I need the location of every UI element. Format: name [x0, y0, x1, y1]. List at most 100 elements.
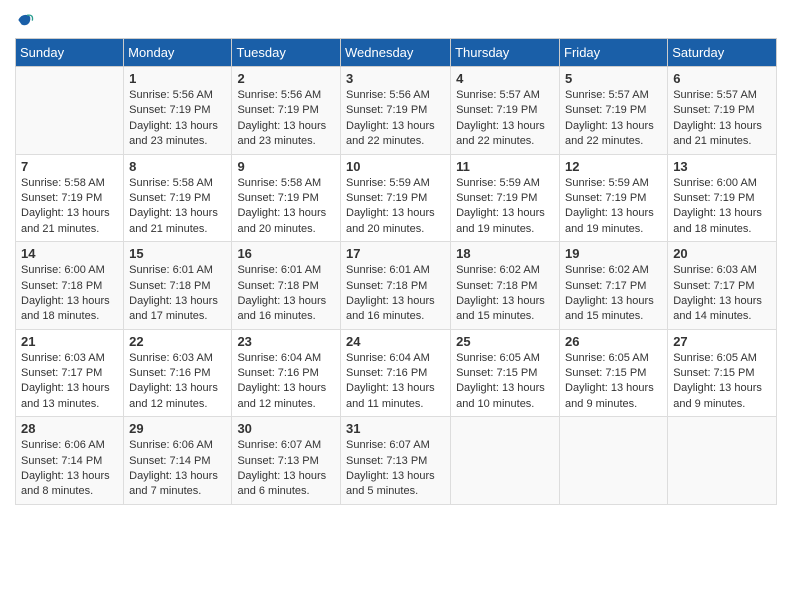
weekday-header: Saturday	[668, 39, 777, 67]
day-number: 30	[237, 421, 335, 436]
calendar-day: 31 Sunrise: 6:07 AM Sunset: 7:13 PM Dayl…	[341, 417, 451, 505]
day-number: 21	[21, 334, 118, 349]
calendar-day	[451, 417, 560, 505]
day-number: 7	[21, 159, 118, 174]
calendar-day: 16 Sunrise: 6:01 AM Sunset: 7:18 PM Dayl…	[232, 242, 341, 330]
day-number: 13	[673, 159, 771, 174]
day-number: 26	[565, 334, 662, 349]
calendar-day: 5 Sunrise: 5:57 AM Sunset: 7:19 PM Dayli…	[560, 67, 668, 155]
calendar-week: 14 Sunrise: 6:00 AM Sunset: 7:18 PM Dayl…	[16, 242, 777, 330]
day-info: Sunrise: 5:58 AM Sunset: 7:19 PM Dayligh…	[129, 176, 226, 238]
calendar-day	[668, 417, 777, 505]
day-number: 14	[21, 246, 118, 261]
day-number: 6	[673, 71, 771, 86]
day-info: Sunrise: 5:57 AM Sunset: 7:19 PM Dayligh…	[565, 88, 662, 150]
day-number: 28	[21, 421, 118, 436]
day-info: Sunrise: 6:05 AM Sunset: 7:15 PM Dayligh…	[565, 351, 662, 413]
calendar-day: 3 Sunrise: 5:56 AM Sunset: 7:19 PM Dayli…	[341, 67, 451, 155]
weekday-header: Thursday	[451, 39, 560, 67]
calendar-day	[560, 417, 668, 505]
calendar-day: 21 Sunrise: 6:03 AM Sunset: 7:17 PM Dayl…	[16, 329, 124, 417]
day-info: Sunrise: 6:01 AM Sunset: 7:18 PM Dayligh…	[237, 263, 335, 325]
calendar-week: 7 Sunrise: 5:58 AM Sunset: 7:19 PM Dayli…	[16, 154, 777, 242]
day-info: Sunrise: 6:06 AM Sunset: 7:14 PM Dayligh…	[129, 438, 226, 500]
calendar-day: 23 Sunrise: 6:04 AM Sunset: 7:16 PM Dayl…	[232, 329, 341, 417]
day-number: 12	[565, 159, 662, 174]
calendar-day: 4 Sunrise: 5:57 AM Sunset: 7:19 PM Dayli…	[451, 67, 560, 155]
page-header	[15, 10, 777, 30]
day-number: 11	[456, 159, 554, 174]
calendar-week: 1 Sunrise: 5:56 AM Sunset: 7:19 PM Dayli…	[16, 67, 777, 155]
calendar-day: 26 Sunrise: 6:05 AM Sunset: 7:15 PM Dayl…	[560, 329, 668, 417]
day-number: 18	[456, 246, 554, 261]
day-number: 31	[346, 421, 445, 436]
calendar-body: 1 Sunrise: 5:56 AM Sunset: 7:19 PM Dayli…	[16, 67, 777, 505]
day-number: 3	[346, 71, 445, 86]
calendar-day: 13 Sunrise: 6:00 AM Sunset: 7:19 PM Dayl…	[668, 154, 777, 242]
day-number: 15	[129, 246, 226, 261]
calendar-day: 14 Sunrise: 6:00 AM Sunset: 7:18 PM Dayl…	[16, 242, 124, 330]
calendar-day: 19 Sunrise: 6:02 AM Sunset: 7:17 PM Dayl…	[560, 242, 668, 330]
day-info: Sunrise: 6:07 AM Sunset: 7:13 PM Dayligh…	[237, 438, 335, 500]
calendar-day: 24 Sunrise: 6:04 AM Sunset: 7:16 PM Dayl…	[341, 329, 451, 417]
calendar-day: 17 Sunrise: 6:01 AM Sunset: 7:18 PM Dayl…	[341, 242, 451, 330]
day-info: Sunrise: 6:06 AM Sunset: 7:14 PM Dayligh…	[21, 438, 118, 500]
day-number: 17	[346, 246, 445, 261]
day-info: Sunrise: 5:56 AM Sunset: 7:19 PM Dayligh…	[346, 88, 445, 150]
calendar-day: 12 Sunrise: 5:59 AM Sunset: 7:19 PM Dayl…	[560, 154, 668, 242]
weekday-header: Monday	[124, 39, 232, 67]
calendar-day: 18 Sunrise: 6:02 AM Sunset: 7:18 PM Dayl…	[451, 242, 560, 330]
day-number: 10	[346, 159, 445, 174]
calendar-header: SundayMondayTuesdayWednesdayThursdayFrid…	[16, 39, 777, 67]
calendar-day: 25 Sunrise: 6:05 AM Sunset: 7:15 PM Dayl…	[451, 329, 560, 417]
calendar-week: 28 Sunrise: 6:06 AM Sunset: 7:14 PM Dayl…	[16, 417, 777, 505]
calendar-day: 10 Sunrise: 5:59 AM Sunset: 7:19 PM Dayl…	[341, 154, 451, 242]
calendar-day: 29 Sunrise: 6:06 AM Sunset: 7:14 PM Dayl…	[124, 417, 232, 505]
day-number: 24	[346, 334, 445, 349]
day-number: 22	[129, 334, 226, 349]
day-info: Sunrise: 6:00 AM Sunset: 7:18 PM Dayligh…	[21, 263, 118, 325]
day-info: Sunrise: 5:58 AM Sunset: 7:19 PM Dayligh…	[237, 176, 335, 238]
calendar-day: 2 Sunrise: 5:56 AM Sunset: 7:19 PM Dayli…	[232, 67, 341, 155]
calendar-day: 27 Sunrise: 6:05 AM Sunset: 7:15 PM Dayl…	[668, 329, 777, 417]
weekday-header: Wednesday	[341, 39, 451, 67]
weekday-header: Tuesday	[232, 39, 341, 67]
day-number: 8	[129, 159, 226, 174]
day-info: Sunrise: 6:02 AM Sunset: 7:17 PM Dayligh…	[565, 263, 662, 325]
day-info: Sunrise: 5:57 AM Sunset: 7:19 PM Dayligh…	[673, 88, 771, 150]
day-info: Sunrise: 6:03 AM Sunset: 7:17 PM Dayligh…	[21, 351, 118, 413]
day-info: Sunrise: 5:57 AM Sunset: 7:19 PM Dayligh…	[456, 88, 554, 150]
day-number: 27	[673, 334, 771, 349]
calendar-day: 22 Sunrise: 6:03 AM Sunset: 7:16 PM Dayl…	[124, 329, 232, 417]
day-number: 2	[237, 71, 335, 86]
logo	[15, 10, 39, 30]
day-info: Sunrise: 6:04 AM Sunset: 7:16 PM Dayligh…	[346, 351, 445, 413]
day-info: Sunrise: 6:03 AM Sunset: 7:16 PM Dayligh…	[129, 351, 226, 413]
day-number: 23	[237, 334, 335, 349]
day-info: Sunrise: 5:59 AM Sunset: 7:19 PM Dayligh…	[456, 176, 554, 238]
day-info: Sunrise: 5:56 AM Sunset: 7:19 PM Dayligh…	[237, 88, 335, 150]
day-info: Sunrise: 6:07 AM Sunset: 7:13 PM Dayligh…	[346, 438, 445, 500]
calendar-day: 30 Sunrise: 6:07 AM Sunset: 7:13 PM Dayl…	[232, 417, 341, 505]
calendar-day: 9 Sunrise: 5:58 AM Sunset: 7:19 PM Dayli…	[232, 154, 341, 242]
day-number: 25	[456, 334, 554, 349]
calendar-day: 1 Sunrise: 5:56 AM Sunset: 7:19 PM Dayli…	[124, 67, 232, 155]
day-info: Sunrise: 6:01 AM Sunset: 7:18 PM Dayligh…	[346, 263, 445, 325]
calendar-day: 28 Sunrise: 6:06 AM Sunset: 7:14 PM Dayl…	[16, 417, 124, 505]
calendar-day: 15 Sunrise: 6:01 AM Sunset: 7:18 PM Dayl…	[124, 242, 232, 330]
calendar-day: 7 Sunrise: 5:58 AM Sunset: 7:19 PM Dayli…	[16, 154, 124, 242]
day-info: Sunrise: 6:00 AM Sunset: 7:19 PM Dayligh…	[673, 176, 771, 238]
day-number: 4	[456, 71, 554, 86]
day-info: Sunrise: 5:58 AM Sunset: 7:19 PM Dayligh…	[21, 176, 118, 238]
calendar-day: 11 Sunrise: 5:59 AM Sunset: 7:19 PM Dayl…	[451, 154, 560, 242]
calendar-day: 20 Sunrise: 6:03 AM Sunset: 7:17 PM Dayl…	[668, 242, 777, 330]
day-number: 16	[237, 246, 335, 261]
calendar-week: 21 Sunrise: 6:03 AM Sunset: 7:17 PM Dayl…	[16, 329, 777, 417]
logo-icon	[15, 10, 35, 30]
calendar-day	[16, 67, 124, 155]
day-number: 29	[129, 421, 226, 436]
day-info: Sunrise: 6:02 AM Sunset: 7:18 PM Dayligh…	[456, 263, 554, 325]
weekday-header: Friday	[560, 39, 668, 67]
day-number: 5	[565, 71, 662, 86]
day-info: Sunrise: 6:04 AM Sunset: 7:16 PM Dayligh…	[237, 351, 335, 413]
